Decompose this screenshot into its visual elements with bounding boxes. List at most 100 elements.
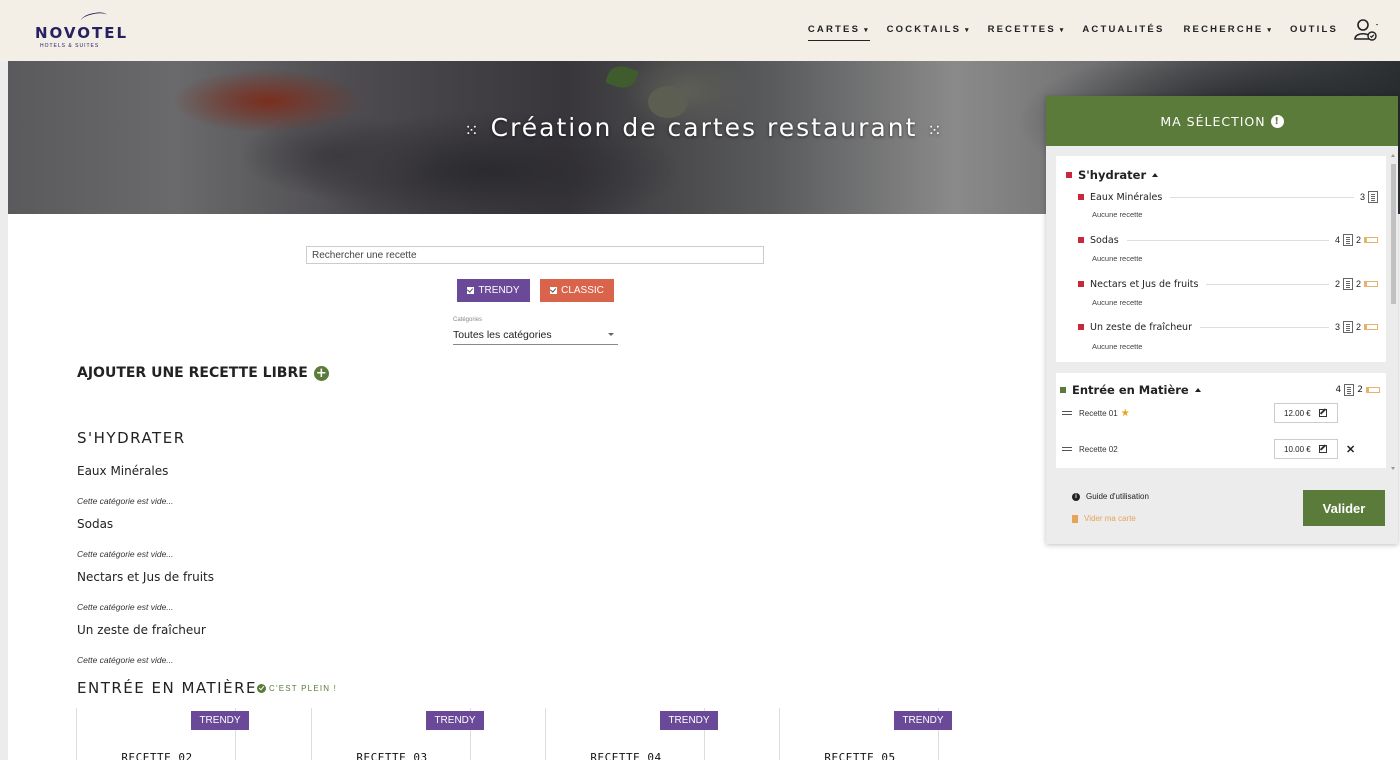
category-select[interactable]: Toutes les catégories <box>453 329 618 345</box>
add-free-recipe-button[interactable]: AJOUTER UNE RECETTE LIBRE + <box>77 365 329 381</box>
selection-scrollbar[interactable] <box>1390 154 1396 470</box>
recipe-count: 3 <box>1359 192 1365 202</box>
card-count: 2 <box>1355 322 1361 332</box>
trash-icon <box>1072 514 1078 523</box>
price-edit-field[interactable]: 12.00 € <box>1274 403 1338 423</box>
group-toggle-entree[interactable]: Entrée en Matière 4 2 <box>1060 383 1380 397</box>
section-title-entree: ENTRÉE EN MATIÈRE <box>77 679 257 697</box>
chevron-down-icon: ▾ <box>1057 27 1064 34</box>
scroll-down-icon[interactable] <box>1391 467 1395 470</box>
trendy-tag: TRENDY <box>894 711 952 730</box>
item-stats: 4 2 <box>1335 234 1378 246</box>
selection-panel: MA SÉLECTION ! S'hydrater Eaux Minérales… <box>1046 96 1398 544</box>
edit-icon <box>1318 445 1327 453</box>
selected-recipe-name: Recette 02 <box>1079 444 1118 454</box>
user-guide-label: Guide d'utilisation <box>1086 492 1149 501</box>
selection-item-label: Eaux Minérales <box>1090 191 1163 203</box>
remove-icon[interactable]: ✕ <box>1346 443 1355 456</box>
filter-classic-button[interactable]: CLASSIC <box>540 279 614 302</box>
drag-handle-icon[interactable] <box>1062 447 1072 451</box>
ticket-icon <box>1364 281 1378 287</box>
checkbox-checked-icon <box>550 287 558 294</box>
empty-category-note: Cette catégorie est vide... <box>77 549 174 559</box>
drag-handle-icon[interactable] <box>1062 411 1072 415</box>
selection-item-label: Nectars et Jus de fruits <box>1090 278 1199 290</box>
trendy-tag: TRENDY <box>660 711 718 730</box>
filter-trendy-button[interactable]: TRENDY <box>457 279 530 302</box>
divider <box>1206 283 1329 285</box>
category-label: Catégories <box>453 317 483 323</box>
nav-outils[interactable]: OUTILS <box>1290 24 1338 35</box>
empty-category-note: Cette catégorie est vide... <box>77 496 174 506</box>
selected-recipe-row[interactable]: Recette 01 ★ 12.00 € <box>1062 403 1380 423</box>
selection-item-label: Un zeste de fraîcheur <box>1090 321 1192 333</box>
subsection-title: Eaux Minérales <box>77 464 169 478</box>
info-icon[interactable]: ! <box>1270 114 1284 128</box>
section-title-hydrate: S'HYDRATER <box>77 429 186 447</box>
filter-classic-label: CLASSIC <box>561 285 604 296</box>
nav-recherche[interactable]: RECHERCHE ▾ <box>1184 24 1271 35</box>
clear-card-label: Vider ma carte <box>1084 514 1136 523</box>
no-recipe-note: Aucune recette <box>1092 210 1143 219</box>
category-marker-icon <box>1078 194 1084 200</box>
category-marker-icon <box>1078 237 1084 243</box>
recipe-count: 4 <box>1335 385 1342 395</box>
recipe-card[interactable]: TRENDY RECETTE 05 <box>779 708 952 760</box>
selection-item[interactable]: Sodas 4 2 <box>1078 233 1378 247</box>
group-title: Entrée en Matière <box>1072 383 1189 397</box>
scroll-thumb[interactable] <box>1391 164 1396 304</box>
page-title-text: Création de cartes restaurant <box>490 113 918 142</box>
recipe-count: 3 <box>1334 322 1340 332</box>
subsection-title: Sodas <box>77 517 114 531</box>
filter-trendy-label: TRENDY <box>478 285 520 296</box>
nav-cartes[interactable]: CARTES ▾ <box>807 24 870 41</box>
recipe-search-input[interactable] <box>306 246 764 264</box>
scroll-up-icon[interactable] <box>1391 154 1395 157</box>
group-toggle-hydrate[interactable]: S'hydrater <box>1066 168 1159 182</box>
edit-icon <box>1318 409 1327 417</box>
selection-list[interactable]: S'hydrater Eaux Minérales 3 Aucune recet… <box>1056 156 1386 468</box>
selection-group-hydrate: S'hydrater Eaux Minérales 3 Aucune recet… <box>1056 156 1386 362</box>
menu-book-icon <box>1368 191 1378 203</box>
recipe-card[interactable]: TRENDY RECETTE 04 <box>545 708 718 760</box>
plus-circle-icon: + <box>313 365 329 381</box>
divider <box>1200 326 1329 328</box>
price-value: 10.00 € <box>1284 444 1311 454</box>
chevron-up-icon <box>1152 173 1159 177</box>
nav-actualites[interactable]: ACTUALITÉS <box>1082 24 1164 35</box>
checkbox-checked-icon <box>467 287 475 294</box>
card-count: 2 <box>1355 235 1361 245</box>
nav-recettes[interactable]: RECETTES ▾ <box>988 24 1064 35</box>
empty-category-note: Cette catégorie est vide... <box>77 655 174 665</box>
ticket-icon <box>1364 237 1378 243</box>
novotel-logo[interactable]: NOVOTEL HOTELS & SUITES <box>35 10 129 49</box>
top-navbar: NOVOTEL HOTELS & SUITES CARTES ▾ COCKTAI… <box>0 0 1400 61</box>
user-guide-link[interactable]: i Guide d'utilisation <box>1072 492 1149 501</box>
category-select-value: Toutes les catégories <box>453 329 552 341</box>
menu-book-icon <box>1342 234 1353 246</box>
empty-category-note: Cette catégorie est vide... <box>77 602 174 612</box>
recipe-count: 2 <box>1334 279 1340 289</box>
selection-item[interactable]: Eaux Minérales 3 <box>1078 190 1378 204</box>
item-stats: 3 <box>1360 191 1378 203</box>
title-deco-left-icon: ⁙ <box>464 121 481 141</box>
recipe-card-name: RECETTE 02 <box>121 751 193 760</box>
price-edit-field[interactable]: 10.00 € <box>1274 439 1338 459</box>
category-marker-icon <box>1066 172 1072 178</box>
menu-book-icon <box>1342 278 1353 290</box>
clear-card-link[interactable]: Vider ma carte <box>1072 514 1136 523</box>
divider <box>1170 196 1354 198</box>
validate-button[interactable]: Valider <box>1303 490 1385 526</box>
recipe-card[interactable]: TRENDY RECETTE 03 <box>311 708 484 760</box>
selection-item[interactable]: Un zeste de fraîcheur 3 2 <box>1078 320 1378 334</box>
selected-recipe-row[interactable]: Recette 02 10.00 € ✕ <box>1062 439 1380 459</box>
nav-cocktails[interactable]: COCKTAILS ▾ <box>887 24 969 35</box>
logo-brand: NOVOTEL <box>35 24 129 42</box>
chevron-up-icon <box>1194 388 1201 392</box>
selection-item[interactable]: Nectars et Jus de fruits 2 2 <box>1078 277 1378 291</box>
divider <box>1126 239 1329 241</box>
recipe-card[interactable]: TRENDY RECETTE 02 <box>76 708 249 760</box>
check-circle-icon <box>257 684 266 693</box>
user-settings-icon[interactable] <box>1354 18 1378 42</box>
ticket-icon <box>1364 324 1378 330</box>
